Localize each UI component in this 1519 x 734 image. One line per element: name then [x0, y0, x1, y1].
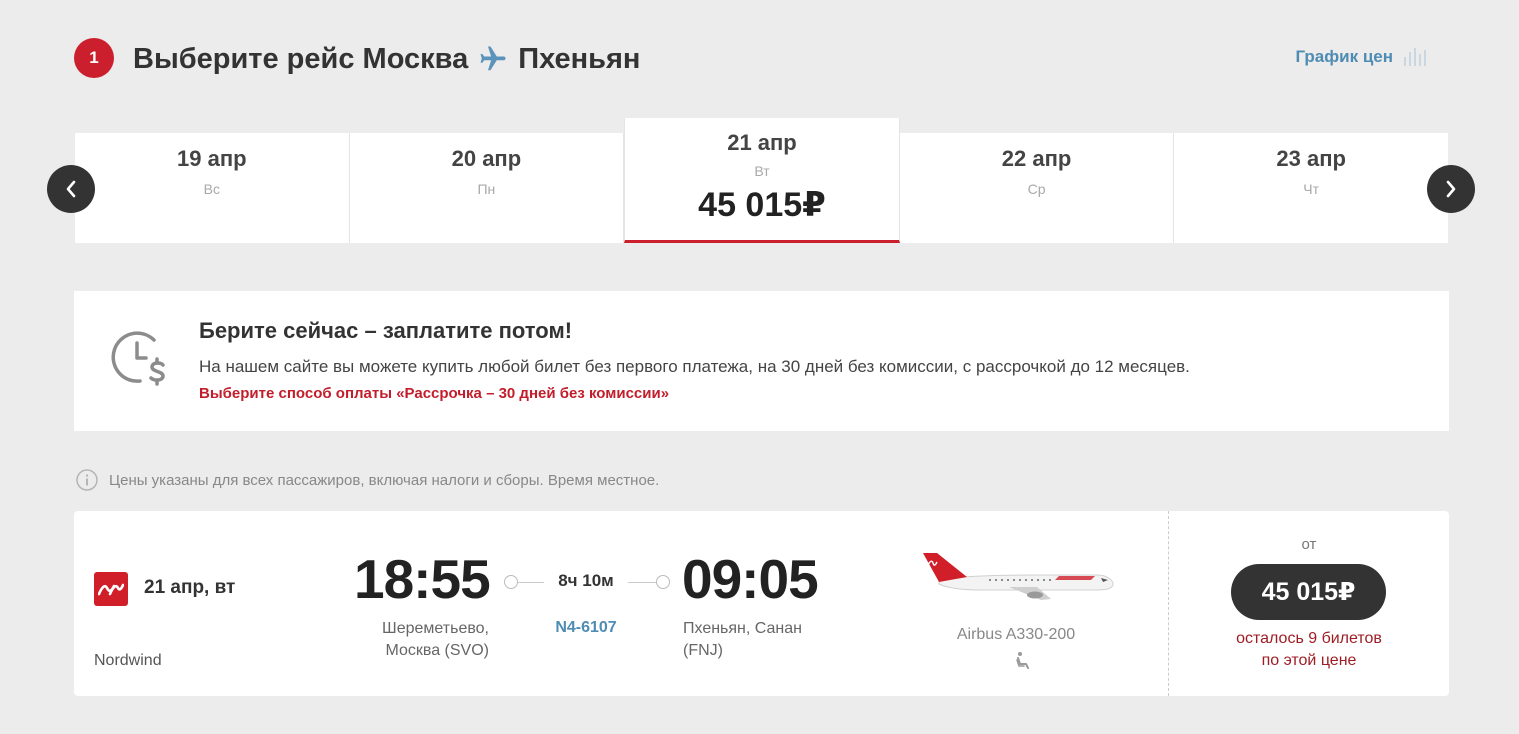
aircraft-image [919, 547, 1119, 610]
departure-airport-city: Москва (SVO) [385, 642, 489, 659]
seats-left-notice: осталось 9 билетов по этой цене [1169, 628, 1449, 672]
departure-time: 18:55 [354, 548, 491, 610]
price-graph-label: График цен [1295, 47, 1393, 66]
price-graph-link[interactable]: График цен [1295, 47, 1427, 67]
aircraft-model: Airbus A330-200 [956, 626, 1076, 643]
title-origin: Выберите рейс Москва [133, 42, 469, 75]
date-label: 22 апр [1001, 146, 1072, 171]
step-badge: 1 [74, 38, 114, 78]
clock-dollar-icon [110, 327, 172, 394]
price-notice: Цены указаны для всех пассажиров, включа… [76, 469, 659, 491]
chevron-right-icon [1446, 180, 1456, 198]
arrival-airport-code: (FNJ) [683, 642, 723, 659]
weekday-label: Ср [1027, 181, 1046, 197]
weekday-label: Пн [477, 181, 496, 197]
arrival-airport-name: Пхеньян, Санан [683, 620, 802, 637]
plane-icon [478, 44, 508, 74]
date-label: 21 апр [727, 130, 797, 155]
arrival-airport: Пхеньян, Санан (FNJ) [683, 618, 802, 662]
prev-dates-button[interactable] [47, 165, 95, 213]
promo-text: На нашем сайте вы можете купить любой би… [199, 357, 1190, 376]
date-price: 45 015₽ [698, 186, 826, 224]
date-tab-21-selected[interactable]: 21 апр Вт 45 015₽ [624, 118, 900, 243]
price-from-label: от [1301, 536, 1317, 553]
date-label: 23 апр [1276, 146, 1346, 171]
airline-logo [94, 572, 128, 606]
title-destination: Пхеньян [518, 42, 641, 75]
notice-text: Цены указаны для всех пассажиров, включа… [109, 471, 660, 489]
weekday-label: Вт [754, 163, 770, 179]
seats-left-line2: по этой цене [1261, 652, 1357, 669]
departure-airport: Шереметьево, Москва (SVO) [294, 618, 489, 662]
seats-left-line1: осталось 9 билетов [1236, 630, 1382, 647]
departure-airport-name: Шереметьево, [382, 620, 489, 637]
page-title: Выберите рейс Москва Пхеньян [133, 39, 640, 79]
date-label: 19 апр [177, 146, 247, 171]
promo-title: Берите сейчас – заплатите потом! [199, 318, 573, 343]
flight-duration: 8ч 10м [544, 571, 628, 591]
flight-card[interactable]: 21 апр, вт Nordwind 18:55 Шереметьево, М… [74, 511, 1449, 696]
installment-link[interactable]: Выберите способ оплаты «Рассрочка – 30 д… [199, 385, 669, 402]
flight-date: 21 апр, вт [144, 577, 236, 598]
date-tab-22[interactable]: 22 апр Ср [900, 133, 1175, 243]
airline-name: Nordwind [94, 652, 162, 669]
date-tab-20[interactable]: 20 апр Пн [350, 133, 625, 243]
installment-promo: Берите сейчас – заплатите потом! На наше… [74, 291, 1449, 431]
arrival-time: 09:05 [682, 548, 819, 610]
next-dates-button[interactable] [1427, 165, 1475, 213]
seat-icon [1014, 651, 1032, 674]
date-carousel: 19 апр Вс 20 апр Пн 21 апр Вт 45 015₽ 22… [75, 118, 1448, 243]
flight-number-link[interactable]: N4-6107 [544, 619, 628, 637]
date-tab-23[interactable]: 23 апр Чт [1174, 133, 1448, 243]
select-flight-price-button[interactable]: 45 015₽ [1231, 564, 1386, 620]
date-label: 20 апр [451, 146, 522, 171]
date-tab-19[interactable]: 19 апр Вс [75, 133, 350, 243]
info-icon [76, 469, 98, 491]
chevron-left-icon [66, 180, 76, 198]
bar-chart-icon [1404, 48, 1426, 66]
weekday-label: Чт [1303, 181, 1320, 197]
weekday-label: Вс [203, 181, 220, 197]
